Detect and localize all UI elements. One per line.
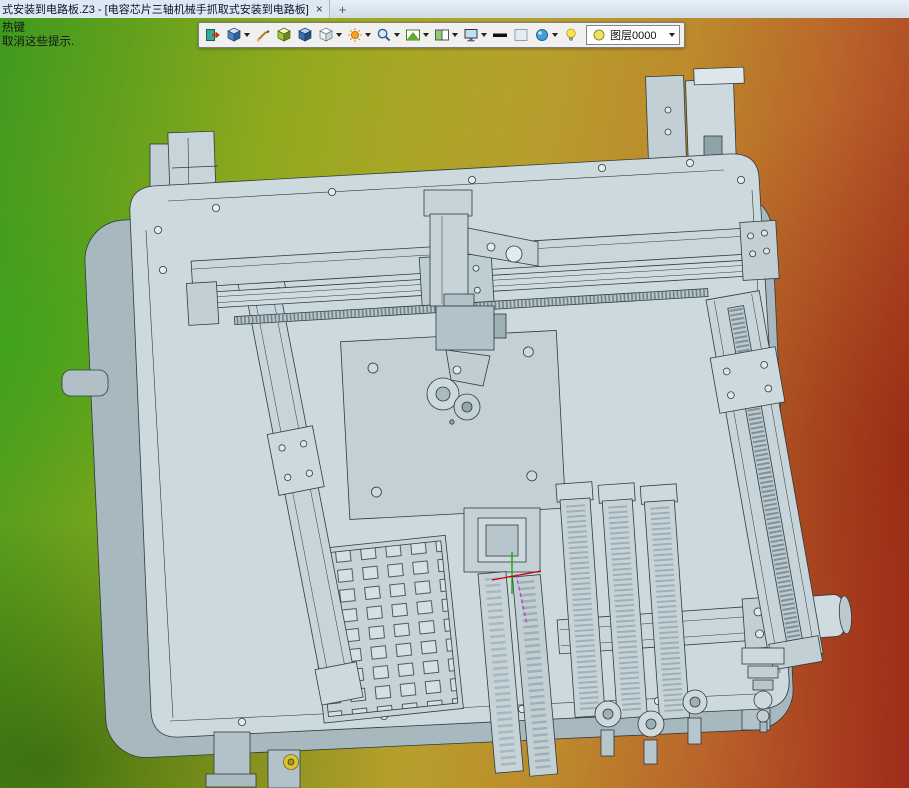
wireframe-display-icon[interactable] xyxy=(316,25,344,45)
toolbar-icons xyxy=(203,25,560,45)
layer-combo[interactable]: 图层0000 xyxy=(586,25,680,45)
floating-toolbar: 图层0000 xyxy=(198,22,685,48)
layer-color-icon xyxy=(591,27,607,43)
face-display-icon[interactable] xyxy=(274,25,294,45)
feeder-slides xyxy=(555,481,690,721)
cad-model-3d[interactable] xyxy=(0,18,909,788)
view-orient-icon[interactable] xyxy=(403,25,431,45)
display-target-icon[interactable] xyxy=(461,25,489,45)
hint-line-1: 热键 xyxy=(2,22,25,34)
background-swatch-icon[interactable] xyxy=(511,25,531,45)
visibility-bulb-icon[interactable] xyxy=(561,25,581,45)
exit-icon[interactable] xyxy=(203,25,223,45)
layer-combo-caret[interactable] xyxy=(669,33,675,37)
material-icon[interactable] xyxy=(532,25,560,45)
viewport-3d[interactable]: 热键 取消这些提示. 图层0000 xyxy=(0,18,909,788)
document-tab-title: 式安装到电路板.Z3 - [电容芯片三轴机械手抓取式安装到电路板] xyxy=(2,4,309,16)
hint-text: 热键 取消这些提示. xyxy=(2,21,74,49)
shade-mode-icon[interactable] xyxy=(224,25,252,45)
new-tab-button[interactable]: + xyxy=(330,0,356,18)
tab-close-icon[interactable]: × xyxy=(316,3,323,15)
render-settings-icon[interactable] xyxy=(345,25,373,45)
zoom-icon[interactable] xyxy=(374,25,402,45)
line-width-icon[interactable] xyxy=(490,25,510,45)
edge-display-icon[interactable] xyxy=(253,25,273,45)
split-view-icon[interactable] xyxy=(432,25,460,45)
document-tab[interactable]: 式安装到电路板.Z3 - [电容芯片三轴机械手抓取式安装到电路板] × xyxy=(0,0,330,18)
tab-bar: 式安装到电路板.Z3 - [电容芯片三轴机械手抓取式安装到电路板] × + xyxy=(0,0,909,19)
solid-display-icon[interactable] xyxy=(295,25,315,45)
layer-combo-label: 图层0000 xyxy=(610,30,657,42)
hint-line-2: 取消这些提示. xyxy=(2,36,75,48)
